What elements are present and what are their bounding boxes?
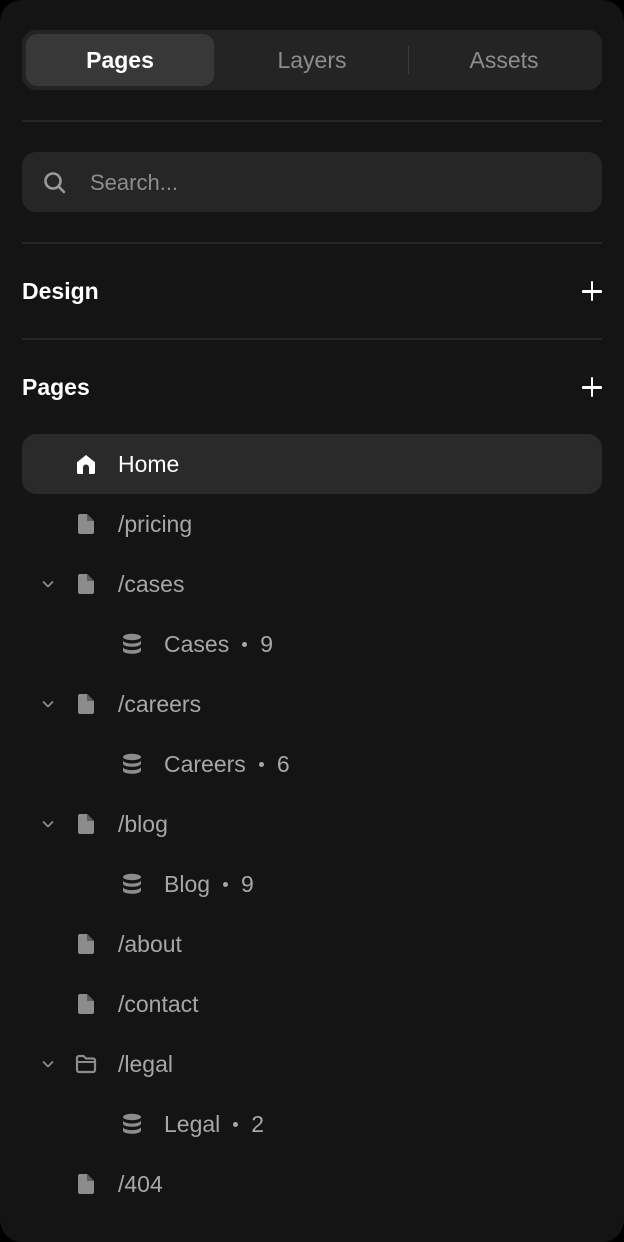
page-label: Cases 9: [164, 614, 273, 674]
separator-dot: [223, 881, 229, 887]
page-item-careers[interactable]: /careers: [22, 674, 602, 734]
database-icon: [120, 1112, 144, 1136]
page-icon: [74, 1172, 98, 1196]
tab-separator: [408, 46, 409, 74]
page-label: /contact: [118, 974, 199, 1034]
search-input[interactable]: [88, 160, 582, 206]
separator-dot: [233, 1121, 239, 1127]
search-icon: [44, 172, 66, 194]
page-item-home[interactable]: Home: [22, 434, 602, 494]
page-item-cases[interactable]: /cases: [22, 554, 602, 614]
page-label: Careers 6: [164, 734, 290, 794]
page-label: /pricing: [118, 494, 192, 554]
item-count: 9: [241, 871, 254, 897]
page-label: /about: [118, 914, 182, 974]
page-icon: [74, 812, 98, 836]
label-text: /pricing: [118, 511, 193, 537]
page-label: Home: [118, 434, 179, 494]
pages-panel: Pages Layers Assets Design Pages Home/pr…: [0, 0, 624, 1242]
label-text: /404: [118, 1171, 163, 1197]
label-text: Cases: [164, 631, 230, 657]
tab-layers[interactable]: Layers: [218, 34, 406, 86]
page-item-blog[interactable]: /blog: [22, 794, 602, 854]
divider: [22, 120, 602, 122]
page-label: /careers: [118, 674, 201, 734]
item-count: 9: [260, 631, 273, 657]
database-icon: [120, 632, 144, 656]
page-label: Blog 9: [164, 854, 254, 914]
add-design-button[interactable]: [578, 277, 606, 305]
page-icon: [74, 692, 98, 716]
label-text: /blog: [118, 811, 168, 837]
collection-item-blog[interactable]: Blog 9: [22, 854, 602, 914]
panel-tabs: Pages Layers Assets: [22, 30, 602, 90]
item-count: 6: [276, 751, 290, 777]
item-count: 2: [251, 1111, 265, 1137]
page-item-about[interactable]: /about: [22, 914, 602, 974]
divider: [22, 242, 602, 244]
label-text: Blog: [164, 871, 211, 897]
add-page-button[interactable]: [578, 373, 606, 401]
separator-dot: [242, 641, 248, 647]
label-text: /legal: [118, 1051, 173, 1077]
collection-item-cases[interactable]: Cases 9: [22, 614, 602, 674]
folder-icon: [74, 1052, 98, 1076]
page-label: Legal 2: [164, 1094, 264, 1154]
page-item-pricing[interactable]: /pricing: [22, 494, 602, 554]
tab-assets[interactable]: Assets: [410, 34, 598, 86]
label-text: /about: [118, 931, 182, 957]
page-item-legal[interactable]: /legal: [22, 1034, 602, 1094]
divider: [22, 338, 602, 340]
collection-item-legal[interactable]: Legal 2: [22, 1094, 602, 1154]
label-text: /contact: [118, 991, 199, 1017]
tab-pages[interactable]: Pages: [26, 34, 214, 86]
label-text: /cases: [118, 571, 185, 597]
chevron-down-icon[interactable]: [40, 696, 56, 712]
chevron-down-icon[interactable]: [40, 816, 56, 832]
database-icon: [120, 752, 144, 776]
label-text: /careers: [118, 691, 202, 717]
label-text: Careers: [164, 751, 246, 777]
page-item-contact[interactable]: /contact: [22, 974, 602, 1034]
page-icon: [74, 932, 98, 956]
page-icon: [74, 572, 98, 596]
page-label: /legal: [118, 1034, 173, 1094]
collection-item-careers[interactable]: Careers 6: [22, 734, 602, 794]
page-label: /cases: [118, 554, 184, 614]
home-icon: [74, 452, 98, 476]
page-label: /404: [118, 1154, 163, 1214]
label-text: Legal: [164, 1111, 221, 1137]
page-icon: [74, 512, 98, 536]
separator-dot: [258, 761, 264, 767]
label-text: Home: [118, 451, 180, 477]
search-box[interactable]: [22, 152, 602, 212]
section-title-design: Design: [22, 278, 99, 304]
chevron-down-icon[interactable]: [40, 1056, 56, 1072]
section-title-pages: Pages: [22, 374, 90, 400]
database-icon: [120, 872, 144, 896]
page-label: /blog: [118, 794, 168, 854]
page-icon: [74, 992, 98, 1016]
page-item-404[interactable]: /404: [22, 1154, 602, 1214]
chevron-down-icon[interactable]: [40, 576, 56, 592]
